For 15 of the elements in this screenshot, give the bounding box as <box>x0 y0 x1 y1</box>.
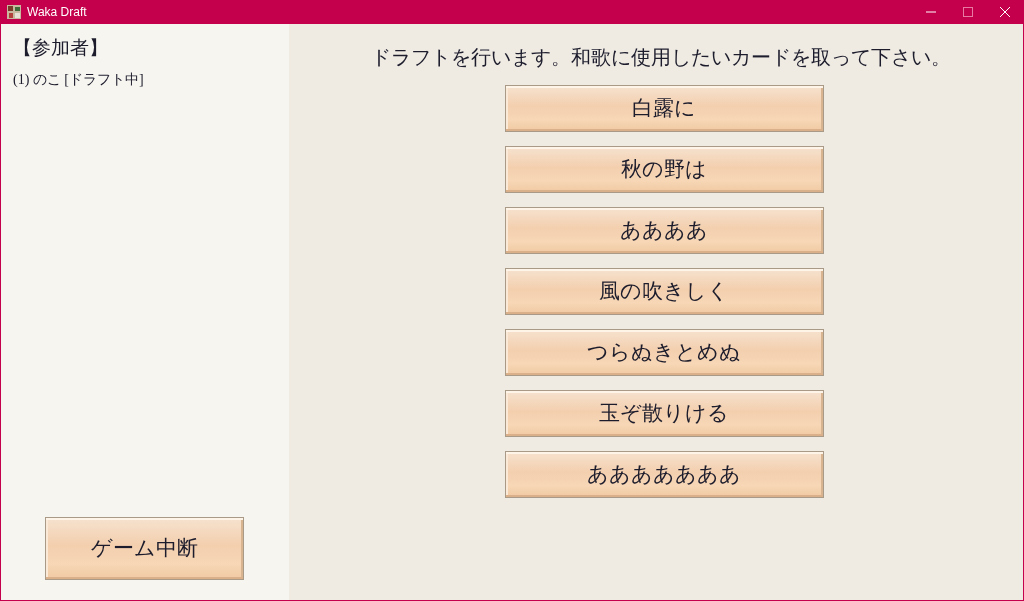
card-button[interactable]: 秋の野は <box>504 146 824 193</box>
card-button[interactable]: つらぬきとめぬ <box>504 329 824 376</box>
card-button[interactable]: あああああああ <box>504 451 824 498</box>
close-icon[interactable] <box>1000 7 1010 17</box>
instruction-text: ドラフトを行います。和歌に使用したいカードを取って下さい。 <box>371 45 951 70</box>
participants-heading: 【参加者】 <box>13 36 109 60</box>
card-button[interactable]: 白露に <box>504 85 824 132</box>
app-icon <box>7 5 21 19</box>
card-button[interactable]: 風の吹きしく <box>504 268 824 315</box>
card-button[interactable]: ああああ <box>504 207 824 254</box>
window-title: Waka Draft <box>27 4 87 21</box>
card-button[interactable]: 玉ぞ散りける <box>504 390 824 437</box>
abort-game-button[interactable]: ゲーム中断 <box>45 517 244 580</box>
maximize-icon[interactable] <box>963 7 973 17</box>
participant-item: (1) のこ [ドラフト中] <box>13 70 145 89</box>
